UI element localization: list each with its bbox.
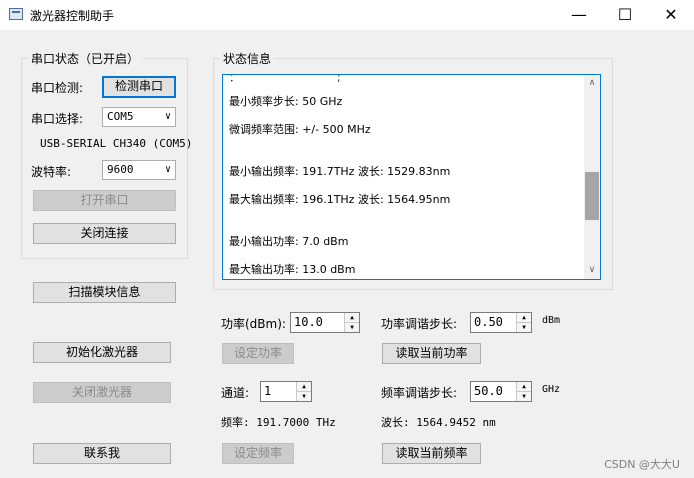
- status-info-title: 状态信息: [220, 50, 275, 67]
- serial-port-select[interactable]: COM5 ∨: [102, 107, 176, 127]
- freq-step-unit: GHz: [542, 384, 561, 395]
- scroll-down-icon[interactable]: ∨: [584, 265, 600, 275]
- serial-device-description: USB-SERIAL CH340 (COM5): [40, 137, 193, 150]
- set-power-button[interactable]: 设定功率: [222, 343, 294, 364]
- baud-rate-select[interactable]: 9600 ∨: [102, 160, 176, 180]
- freq-step-value: 50.0: [474, 384, 503, 398]
- freq-step-spinbox[interactable]: 50.0 ▲ ▼: [470, 381, 532, 402]
- watermark: CSDN @大大U: [604, 458, 680, 471]
- serial-detect-label: 串口检测:: [31, 81, 84, 95]
- detect-serial-button[interactable]: 检测串口: [102, 76, 176, 98]
- read-current-power-button[interactable]: 读取当前功率: [382, 343, 481, 364]
- spin-down-icon[interactable]: ▼: [344, 323, 359, 332]
- init-laser-button[interactable]: 初始化激光器: [33, 342, 171, 363]
- status-info-text[interactable]: ： ; 最小频率步长: 50 GHz 微调频率范围: +/- 500 MHz 最…: [222, 74, 601, 280]
- close-laser-button[interactable]: 关闭激光器: [33, 382, 171, 403]
- channel-label: 通道:: [221, 386, 250, 400]
- power-value: 10.0: [294, 315, 323, 329]
- freq-step-label: 频率调谐步长:: [381, 386, 458, 400]
- wavelength-readout: 波长: 1564.9452 nm: [381, 416, 496, 429]
- minimize-icon[interactable]: —: [556, 0, 602, 30]
- power-step-unit: dBm: [542, 315, 561, 326]
- serial-port-value: COM5: [107, 110, 134, 123]
- status-line: 最大输出频率: 196.1THz 波长: 1564.95nm: [229, 193, 451, 206]
- channel-spinbox[interactable]: 1 ▲ ▼: [260, 381, 312, 402]
- serial-status-title: 串口状态（已开启）: [28, 50, 143, 67]
- status-line: 最小输出频率: 191.7THz 波长: 1529.83nm: [229, 165, 451, 178]
- power-step-label: 功率调谐步长:: [381, 317, 458, 331]
- power-spinbox[interactable]: 10.0 ▲ ▼: [290, 312, 360, 333]
- status-scrollbar-thumb[interactable]: [585, 172, 599, 220]
- power-step-spinbox[interactable]: 0.50 ▲ ▼: [470, 312, 532, 333]
- spin-up-icon[interactable]: ▲: [344, 313, 359, 323]
- spin-up-icon[interactable]: ▲: [296, 382, 311, 392]
- status-line: 最小输出功率: 7.0 dBm: [229, 235, 349, 248]
- close-icon[interactable]: ✕: [648, 0, 694, 30]
- open-serial-button[interactable]: 打开串口: [33, 190, 176, 211]
- spin-down-icon[interactable]: ▼: [516, 392, 531, 401]
- close-connection-button[interactable]: 关闭连接: [33, 223, 176, 244]
- channel-value: 1: [264, 384, 272, 398]
- status-line: 最大输出功率: 13.0 dBm: [229, 263, 356, 276]
- window-title: 激光器控制助手: [30, 9, 115, 23]
- app-window-icon: [9, 8, 23, 20]
- read-current-frequency-button[interactable]: 读取当前频率: [382, 443, 481, 464]
- baud-rate-value: 9600: [107, 163, 134, 176]
- baud-rate-label: 波特率:: [31, 165, 72, 179]
- scan-module-info-button[interactable]: 扫描模块信息: [33, 282, 176, 303]
- status-line: 微调频率范围: +/- 500 MHz: [229, 123, 371, 136]
- spin-up-icon[interactable]: ▲: [516, 313, 531, 323]
- spin-up-icon[interactable]: ▲: [516, 382, 531, 392]
- status-line-partial: ： ;: [229, 74, 341, 84]
- serial-select-label: 串口选择:: [31, 112, 84, 126]
- chevron-down-icon: ∨: [164, 111, 171, 122]
- set-frequency-button[interactable]: 设定频率: [222, 443, 294, 464]
- power-label: 功率(dBm):: [221, 317, 286, 331]
- chevron-down-icon: ∨: [164, 164, 171, 175]
- maximize-icon[interactable]: ☐: [602, 0, 648, 30]
- spin-down-icon[interactable]: ▼: [296, 392, 311, 401]
- spin-down-icon[interactable]: ▼: [516, 323, 531, 332]
- scroll-up-icon[interactable]: ∧: [584, 78, 600, 88]
- frequency-readout: 频率: 191.7000 THz: [221, 416, 336, 429]
- power-step-value: 0.50: [474, 315, 503, 329]
- status-line: 最小频率步长: 50 GHz: [229, 95, 343, 108]
- contact-me-button[interactable]: 联系我: [33, 443, 171, 464]
